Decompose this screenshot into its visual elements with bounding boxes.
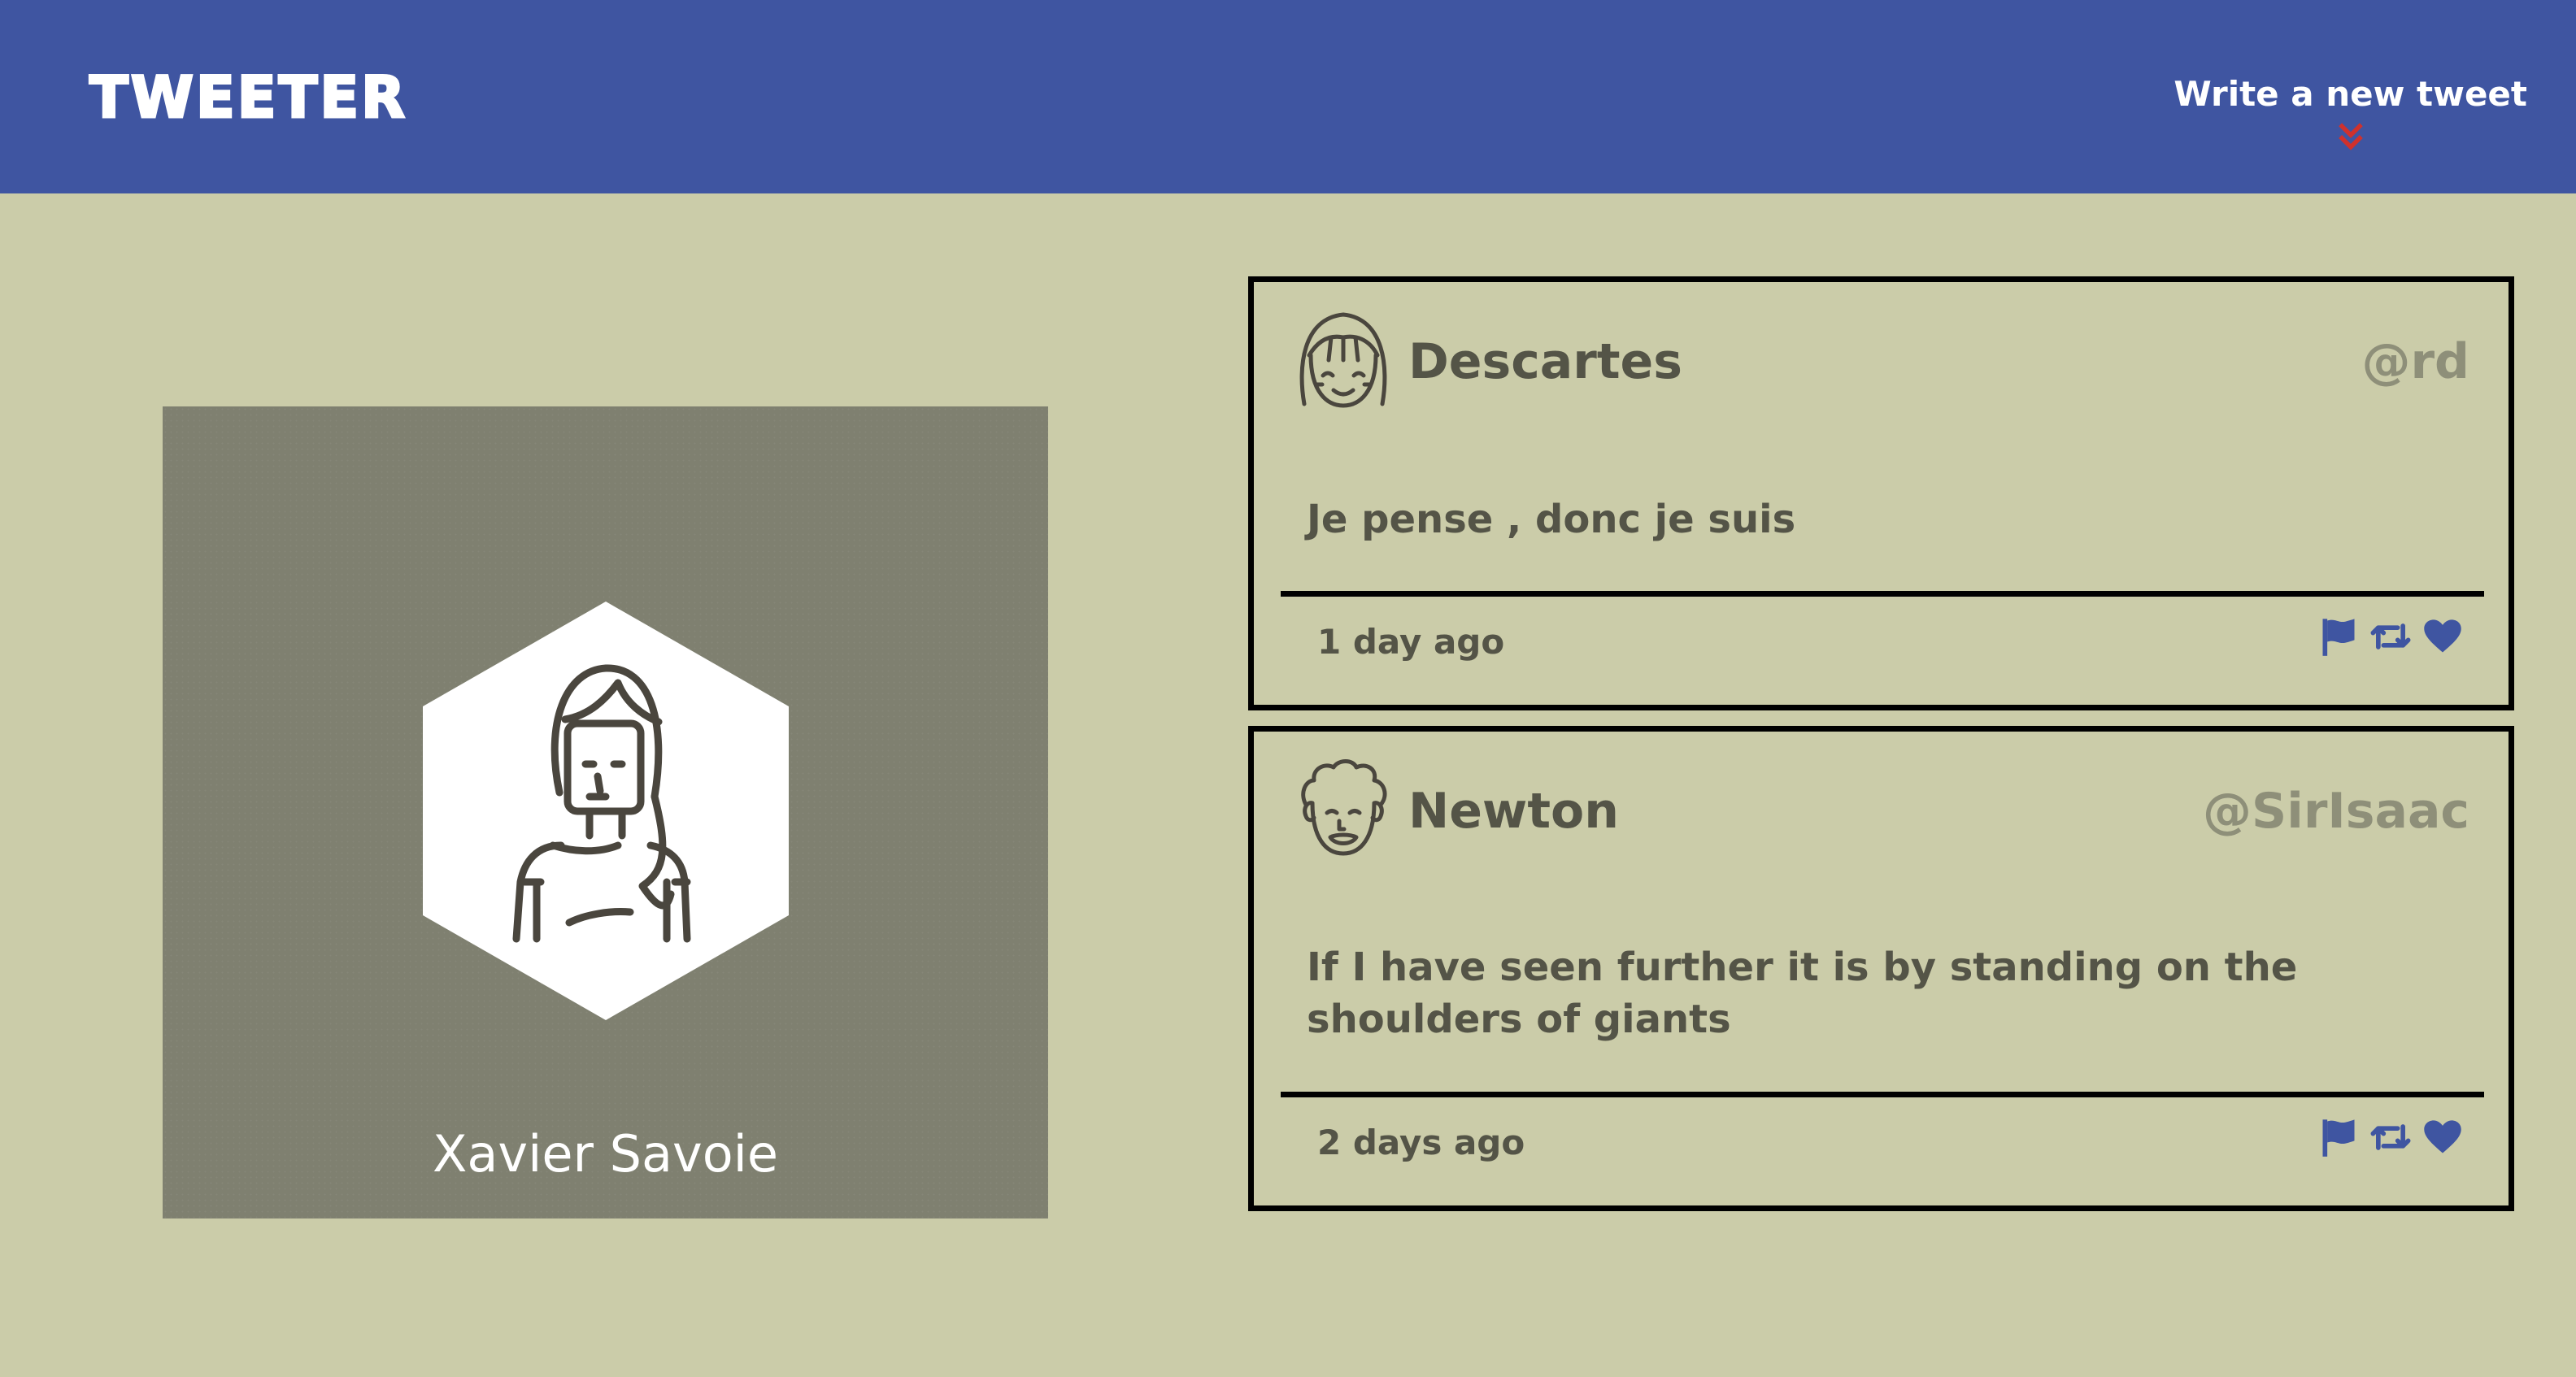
write-new-tweet-button[interactable]: Write a new tweet: [2174, 70, 2527, 154]
tweet-author-name[interactable]: Newton: [1408, 779, 1619, 844]
brand-logo[interactable]: TWEETER: [88, 63, 407, 132]
double-chevron-down-icon[interactable]: [2333, 119, 2369, 154]
tweet-text: If I have seen further it is by standing…: [1307, 945, 2298, 1042]
retweet-icon[interactable]: [2369, 615, 2412, 658]
tweet-actions: [2317, 615, 2464, 658]
tweet-timestamp: 1 day ago: [1317, 622, 1505, 662]
profile-name: Xavier Savoie: [432, 1124, 779, 1184]
tweet-author-handle[interactable]: @rd: [2361, 329, 2469, 394]
tweet-card: Descartes @rd Je pense , donc je suis 1 …: [1248, 276, 2514, 710]
profile-card: Xavier Savoie: [163, 406, 1048, 1218]
tweet-divider: [1281, 591, 2484, 597]
heart-icon[interactable]: [2422, 615, 2464, 658]
tweet-card: Newton @SirIsaac If I have seen further …: [1248, 726, 2514, 1211]
tweet-divider: [1281, 1092, 2484, 1097]
tweet-text: Je pense , donc je suis: [1307, 497, 1796, 542]
top-navbar: TWEETER Write a new tweet: [0, 0, 2576, 193]
tweet-author-name[interactable]: Descartes: [1408, 329, 1682, 394]
heart-icon[interactable]: [2422, 1116, 2464, 1158]
curly-hair-avatar-icon: [1301, 759, 1387, 856]
girl-avatar-icon: [1299, 312, 1387, 408]
tweet-timestamp: 2 days ago: [1317, 1123, 1525, 1162]
user-avatar-icon: [423, 602, 789, 1020]
retweet-icon[interactable]: [2369, 1116, 2412, 1158]
flag-icon[interactable]: [2317, 615, 2360, 658]
write-new-tweet-label: Write a new tweet: [2174, 74, 2527, 114]
tweet-actions: [2317, 1116, 2464, 1158]
flag-icon[interactable]: [2317, 1116, 2360, 1158]
tweet-author-handle[interactable]: @SirIsaac: [2203, 779, 2469, 844]
